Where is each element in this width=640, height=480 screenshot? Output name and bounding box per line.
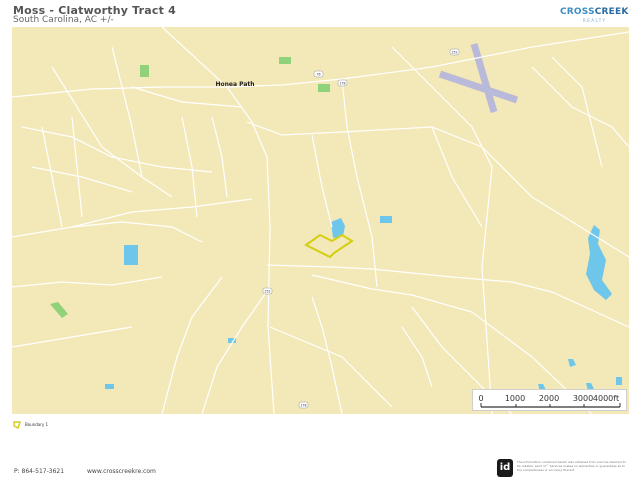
road: [431, 126, 483, 228]
road: [341, 78, 378, 288]
road: [71, 221, 203, 243]
logo-subtext: REALTY: [583, 18, 607, 23]
highway-shields: 252 76 178 252 178: [262, 48, 460, 409]
svg-text:252: 252: [264, 290, 270, 294]
town-label: Honea Path: [215, 81, 254, 88]
road: [12, 326, 133, 348]
scale-label: 3000: [572, 394, 594, 403]
road: [51, 66, 173, 198]
map-subtitle: South Carolina, AC +/-: [13, 15, 114, 25]
road: [131, 86, 243, 108]
road: [201, 286, 271, 414]
pond: [616, 377, 622, 385]
road: [211, 116, 228, 198]
pond: [105, 384, 114, 389]
road: [161, 276, 223, 414]
road: [401, 326, 433, 388]
map-canvas[interactable]: 252 76 178 252 178 Honea Path: [12, 27, 629, 414]
road: [31, 166, 133, 193]
road: [71, 116, 83, 218]
property-boundary[interactable]: [304, 233, 354, 259]
road: [12, 276, 163, 288]
disclaimer-text: The information contained herein was obt…: [517, 460, 626, 472]
runway: [438, 70, 519, 104]
contact-phone: P: 864-517-3621: [14, 468, 65, 475]
runway: [470, 43, 498, 113]
park-areas: [50, 57, 330, 318]
svg-text:76: 76: [316, 73, 320, 77]
road: [41, 126, 63, 228]
road: [266, 264, 629, 328]
scale-label: 0: [478, 394, 484, 403]
water-bodies: [105, 216, 622, 392]
scale-label: 2000: [538, 394, 560, 403]
company-logo: CROSSCREEK REALTY: [558, 4, 630, 28]
pond: [568, 359, 576, 367]
highway-shield: 178: [298, 401, 309, 409]
scale-label: 1000: [504, 394, 526, 403]
road: [391, 46, 493, 414]
park-area: [50, 302, 68, 318]
svg-text:178: 178: [339, 82, 345, 86]
scale-label: 4000ft: [592, 394, 620, 403]
park-area: [318, 84, 330, 92]
pond: [380, 216, 392, 223]
lake: [586, 225, 612, 300]
road: [12, 198, 253, 238]
road: [181, 116, 198, 218]
svg-text:252: 252: [451, 51, 457, 55]
road: [311, 134, 333, 228]
legend-label: Boundary 1: [25, 422, 49, 427]
highway-shield: 178: [337, 79, 348, 87]
road: [269, 326, 393, 408]
map-layer: 252 76 178 252 178 Honea Path: [12, 27, 629, 414]
park-area: [279, 57, 291, 64]
pond: [124, 245, 138, 265]
landid-logo-icon: id: [497, 459, 513, 477]
park-area: [140, 65, 149, 77]
road: [531, 66, 629, 148]
logo-text: CROSSCREEK: [560, 7, 629, 17]
highway-shield: 76: [313, 70, 324, 78]
road: [21, 126, 213, 173]
website-link[interactable]: www.crosscreekre.com: [87, 468, 156, 475]
svg-text:178: 178: [300, 404, 306, 408]
highway-shield: 252: [449, 48, 460, 56]
highway-shield: 252: [262, 287, 273, 295]
road: [551, 56, 603, 168]
boundary-legend-icon: [13, 421, 21, 429]
